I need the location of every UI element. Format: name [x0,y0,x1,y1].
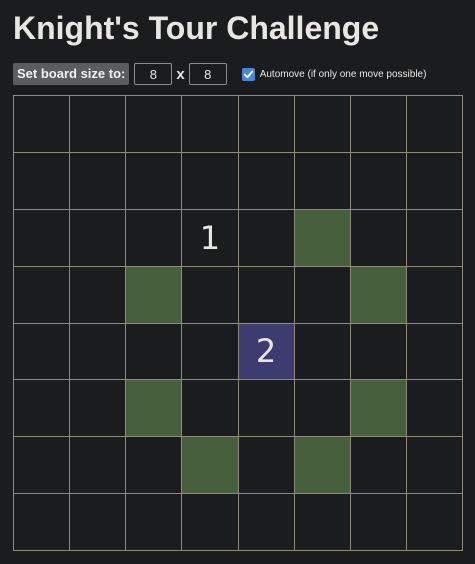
board-cell[interactable] [126,323,183,381]
board-cell-candidate[interactable] [182,437,239,495]
board-cell[interactable] [406,266,463,324]
board-cell[interactable] [350,494,407,551]
board-cell[interactable] [70,494,127,551]
board-cell[interactable] [14,437,71,495]
board-cell[interactable] [406,152,463,210]
board-cell[interactable] [350,323,407,381]
board-cell[interactable] [294,96,351,153]
page-title: Knight's Tour Challenge [13,10,380,46]
move-number: 2 [255,332,277,371]
board-cell[interactable] [238,96,295,153]
board-cell[interactable] [70,209,127,267]
board-cell-candidate[interactable] [126,266,183,324]
board-cell[interactable] [70,380,127,438]
board-cell[interactable] [70,323,127,381]
board-cell[interactable] [126,209,183,267]
board-cell-current[interactable]: 2 [238,323,295,381]
checkmark-icon [243,70,253,78]
board-cell[interactable] [238,494,295,551]
board-cell[interactable] [406,380,463,438]
board-cell[interactable] [14,266,71,324]
board-cell[interactable] [294,323,351,381]
board-cell[interactable] [70,266,127,324]
automove-checkbox[interactable] [241,67,255,81]
board-cell[interactable] [14,323,71,381]
board-cell[interactable] [70,96,127,153]
board-cell[interactable] [350,152,407,210]
board-cell[interactable] [406,209,463,267]
board-cell[interactable] [238,152,295,210]
board-cell[interactable] [14,494,71,551]
automove-label: Automove (if only one move possible) [259,68,427,80]
board-cell-visited[interactable]: 1 [182,209,239,267]
board-cell[interactable] [238,266,295,324]
set-board-size-button[interactable]: Set board size to: [13,63,130,85]
board-cell-candidate[interactable] [294,209,351,267]
board-cell[interactable] [14,209,71,267]
chess-board: 12 [13,95,463,551]
board-cell-candidate[interactable] [350,380,407,438]
board-cell[interactable] [406,494,463,551]
board-size-controls: Set board size to: x Automove (if only o… [13,63,426,85]
board-cell[interactable] [14,380,71,438]
board-cell-candidate[interactable] [294,437,351,495]
board-cell[interactable] [406,96,463,153]
board-cell[interactable] [350,96,407,153]
board-cell[interactable] [126,96,183,153]
board-cell[interactable] [70,437,127,495]
board-cell[interactable] [126,494,183,551]
board-cell[interactable] [238,380,295,438]
board-cell-candidate[interactable] [350,266,407,324]
board-cell[interactable] [238,437,295,495]
board-cell[interactable] [294,380,351,438]
board-cell[interactable] [182,96,239,153]
board-cell[interactable] [406,323,463,381]
board-cell-candidate[interactable] [126,380,183,438]
board-cell[interactable] [350,209,407,267]
rows-input[interactable] [134,63,173,85]
board-cell[interactable] [14,152,71,210]
board-cell[interactable] [14,96,71,153]
board-cell[interactable] [70,152,127,210]
board-cell[interactable] [182,323,239,381]
board-cell[interactable] [350,437,407,495]
board-cell[interactable] [294,152,351,210]
cols-input[interactable] [188,63,227,85]
board-cell[interactable] [294,266,351,324]
move-number: 1 [199,218,221,257]
board-cell[interactable] [182,380,239,438]
board-cell[interactable] [126,152,183,210]
board-cell[interactable] [406,437,463,495]
board-cell[interactable] [294,494,351,551]
board-cell[interactable] [126,437,183,495]
board-cell[interactable] [182,494,239,551]
board-cell[interactable] [238,209,295,267]
board-cell[interactable] [182,152,239,210]
times-separator: x [176,65,185,83]
board-cell[interactable] [182,266,239,324]
